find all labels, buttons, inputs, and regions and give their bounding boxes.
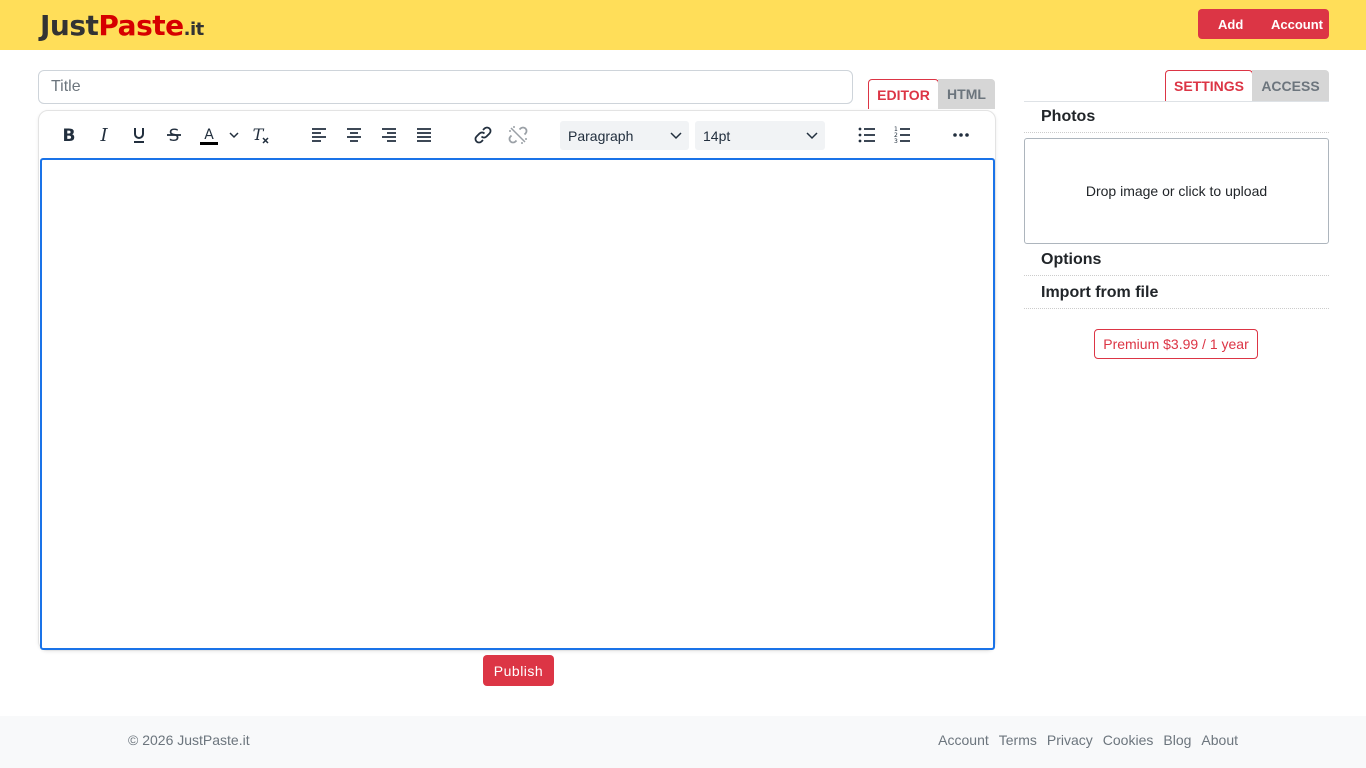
rich-text-editor: B I S A T Paragraph 14pt 1 2 3 xyxy=(38,110,996,651)
chevron-down-icon[interactable] xyxy=(227,123,241,147)
align-justify-icon[interactable] xyxy=(412,123,436,147)
import-section-header[interactable]: Import from file xyxy=(1024,277,1329,309)
italic-icon[interactable]: I xyxy=(92,123,116,147)
footer: © 2026 JustPaste.it Account Terms Privac… xyxy=(0,716,1366,768)
footer-link-blog[interactable]: Blog xyxy=(1163,732,1191,748)
tab-access[interactable]: ACCESS xyxy=(1252,70,1329,101)
footer-link-about[interactable]: About xyxy=(1201,732,1238,748)
text-color-icon[interactable]: A xyxy=(197,123,221,147)
block-format-dropdown[interactable]: Paragraph xyxy=(560,121,689,150)
svg-text:B: B xyxy=(63,126,76,146)
clear-formatting-icon[interactable]: T xyxy=(248,123,272,147)
font-size-dropdown[interactable]: 14pt xyxy=(695,121,825,150)
bold-icon[interactable]: B xyxy=(57,123,81,147)
underline-icon[interactable] xyxy=(127,123,151,147)
publish-button[interactable]: Publish xyxy=(483,655,554,686)
image-upload-dropzone[interactable]: Drop image or click to upload xyxy=(1024,138,1329,244)
options-section-header[interactable]: Options xyxy=(1024,244,1329,276)
font-size-value: 14pt xyxy=(703,127,731,144)
footer-link-account[interactable]: Account xyxy=(938,732,989,748)
header-bar: JustPaste.it Add Account xyxy=(0,0,1366,50)
editor-toolbar: B I S A T Paragraph 14pt 1 2 3 xyxy=(39,111,995,159)
align-right-icon[interactable] xyxy=(377,123,401,147)
svg-text:3: 3 xyxy=(894,138,898,145)
svg-text:I: I xyxy=(99,125,108,146)
numbered-list-icon[interactable]: 123 xyxy=(890,123,914,147)
logo-part-paste: Paste xyxy=(98,9,184,42)
chevron-down-icon xyxy=(670,132,682,140)
add-button[interactable]: Add xyxy=(1218,17,1243,32)
footer-link-cookies[interactable]: Cookies xyxy=(1103,732,1154,748)
svg-text:A: A xyxy=(204,127,214,143)
align-left-icon[interactable] xyxy=(307,123,331,147)
bullet-list-icon[interactable] xyxy=(855,123,879,147)
unlink-icon[interactable] xyxy=(506,123,530,147)
logo[interactable]: JustPaste.it xyxy=(40,10,204,46)
upload-text: Drop image or click to upload xyxy=(1085,183,1268,199)
align-center-icon[interactable] xyxy=(342,123,366,147)
more-icon[interactable] xyxy=(949,123,973,147)
tab-settings[interactable]: SETTINGS xyxy=(1165,70,1253,101)
block-format-value: Paragraph xyxy=(568,127,634,144)
strikethrough-icon[interactable]: S xyxy=(162,123,186,147)
tab-editor[interactable]: EDITOR xyxy=(868,79,939,109)
link-icon[interactable] xyxy=(471,123,495,147)
svg-text:T: T xyxy=(253,125,265,144)
photos-section-header[interactable]: Photos xyxy=(1024,101,1329,133)
tab-html[interactable]: HTML xyxy=(938,79,995,109)
footer-links: Account Terms Privacy Cookies Blog About xyxy=(938,732,1238,748)
account-button[interactable]: Account xyxy=(1271,17,1323,32)
copyright-text: © 2026 JustPaste.it xyxy=(128,732,250,748)
chevron-down-icon xyxy=(806,132,818,140)
logo-part-just: Just xyxy=(40,9,99,42)
footer-link-terms[interactable]: Terms xyxy=(999,732,1037,748)
svg-text:S: S xyxy=(169,126,180,146)
title-input[interactable] xyxy=(38,70,853,104)
logo-part-it: .it xyxy=(183,19,205,40)
editor-content-area[interactable] xyxy=(40,158,995,650)
header-button-group: Add Account xyxy=(1198,9,1329,39)
footer-link-privacy[interactable]: Privacy xyxy=(1047,732,1093,748)
premium-button[interactable]: Premium $3.99 / 1 year xyxy=(1094,329,1258,359)
